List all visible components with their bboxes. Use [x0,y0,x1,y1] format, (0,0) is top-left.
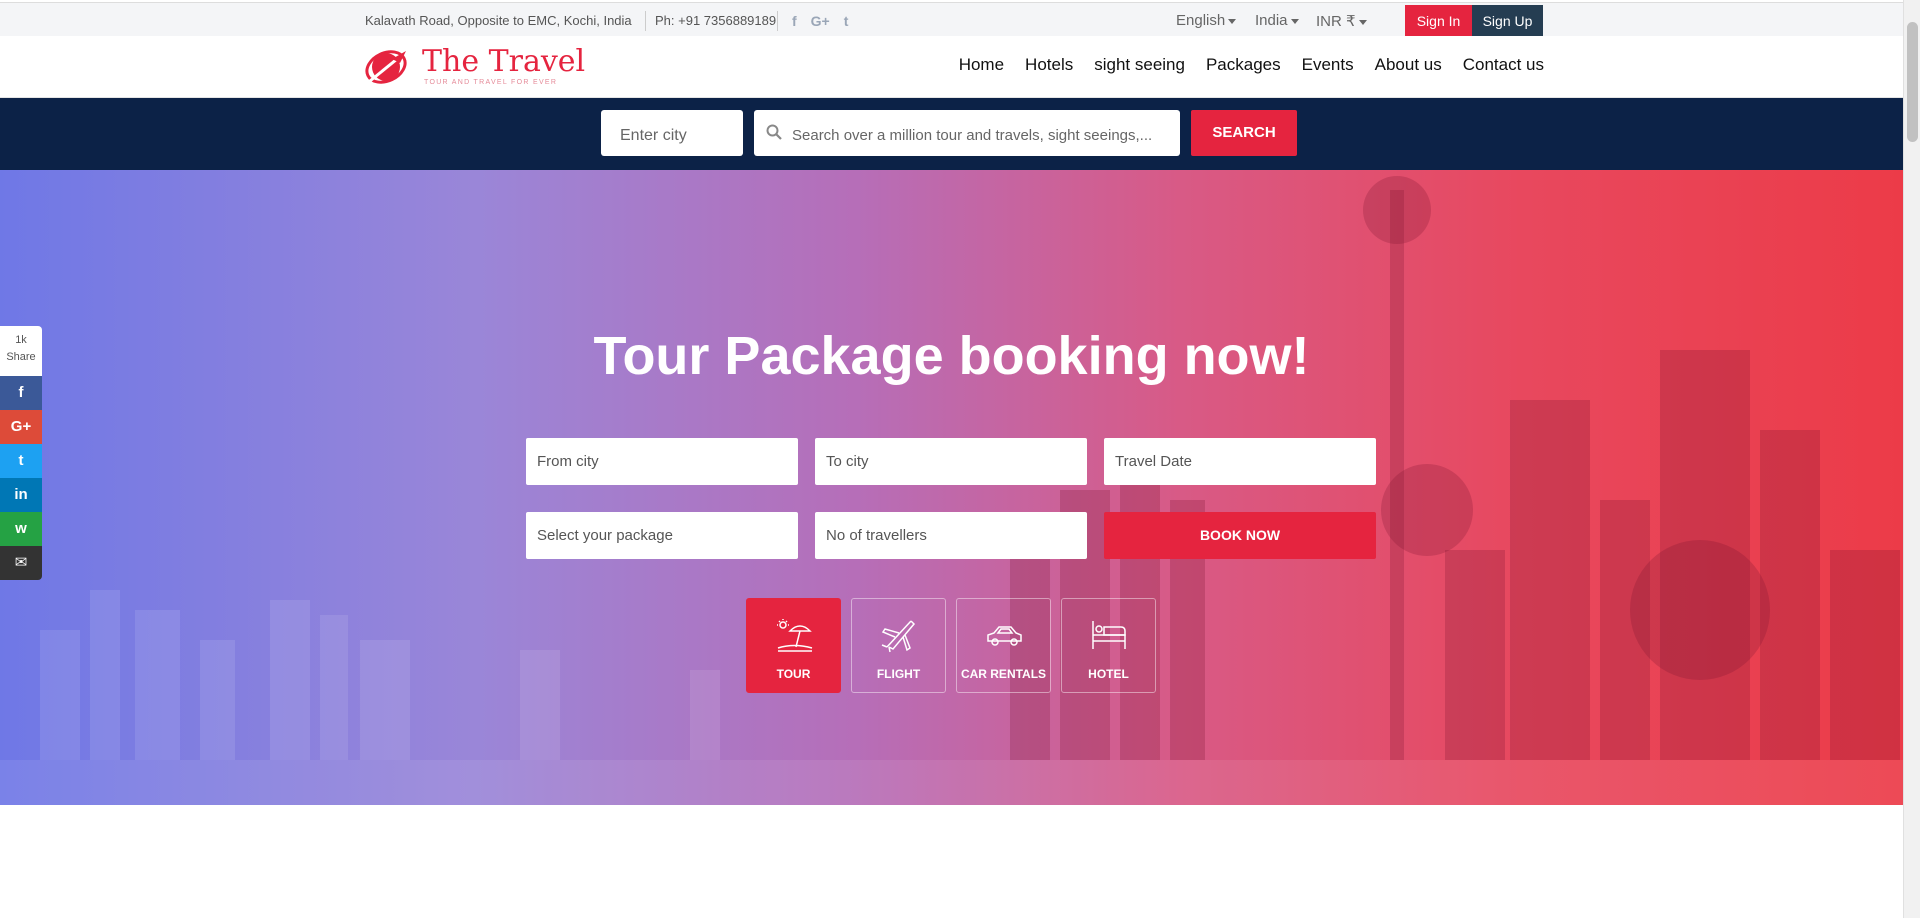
share-facebook-icon[interactable]: f [0,376,42,410]
logo-tagline: TOUR AND TRAVEL FOR EVER [424,79,558,86]
hero-title: Tour Package booking now! [593,326,1310,386]
search-icon [766,124,782,140]
share-rail: 1k Share f G+ t in w ✉ [0,326,42,580]
main-nav: Home Hotels sight seeing Packages Events… [959,55,1544,75]
language-dropdown[interactable]: English [1176,12,1237,29]
nav-contact-us[interactable]: Contact us [1463,55,1544,75]
package-select[interactable]: Select your package [526,512,798,559]
chevron-down-icon [1358,19,1367,25]
search-input[interactable]: Search over a million tour and travels, … [754,110,1180,156]
nav-packages[interactable]: Packages [1206,55,1281,75]
search-band: Enter city Search over a million tour an… [0,98,1903,170]
category-label: TOUR [776,667,811,681]
share-email-icon[interactable]: ✉ [0,546,42,580]
airplane-icon [881,620,916,653]
share-count: 1k [15,334,27,346]
search-button[interactable]: SEARCH [1191,110,1297,156]
from-city-input[interactable]: From city [526,438,798,485]
social-links: f G+ t [792,12,848,30]
book-now-button[interactable]: BOOK NOW [1104,512,1376,559]
logo-name: The Travel [422,44,586,79]
chevron-down-icon [1228,18,1237,24]
site-logo[interactable]: The Travel TOUR AND TRAVEL FOR EVER [362,45,585,89]
category-tour[interactable]: TOUR [746,598,841,693]
hero-section: Tour Package booking now! From city To c… [0,170,1903,805]
to-city-input[interactable]: To city [815,438,1087,485]
sign-in-button[interactable]: Sign In [1405,5,1472,37]
nav-events[interactable]: Events [1302,55,1354,75]
nav-sight-seeing[interactable]: sight seeing [1094,55,1185,75]
bed-icon [1092,621,1126,649]
share-whatsapp-icon[interactable]: w [0,512,42,546]
search-placeholder: Search over a million tour and travels, … [792,127,1153,144]
category-label: CAR RENTALS [960,667,1047,681]
city-input[interactable]: Enter city [601,110,743,156]
car-icon [987,626,1022,646]
category-car-rentals[interactable]: CAR RENTALS [956,598,1051,693]
facebook-icon[interactable]: f [792,12,797,30]
sign-up-button[interactable]: Sign Up [1472,5,1543,37]
category-label: HOTEL [1088,667,1129,681]
category-flight[interactable]: FLIGHT [851,598,946,693]
google-plus-icon[interactable]: G+ [811,12,830,30]
share-counter: 1k Share [0,326,42,376]
city-skyline-background [0,176,1903,805]
category-hotel[interactable]: HOTEL [1061,598,1156,693]
page-scrollbar[interactable] [1903,0,1920,918]
travel-date-input[interactable]: Travel Date [1104,438,1376,485]
currency-dropdown[interactable]: INR ₹ [1316,12,1367,30]
language-label: English [1176,12,1226,29]
share-twitter-icon[interactable]: t [0,444,42,478]
nav-about-us[interactable]: About us [1375,55,1442,75]
country-label: India [1255,12,1288,29]
twitter-icon[interactable]: t [844,12,849,30]
travellers-input[interactable]: No of travellers [815,512,1087,559]
country-dropdown[interactable]: India [1255,12,1299,29]
address-text: Kalavath Road, Opposite to EMC, Kochi, I… [365,13,632,28]
nav-hotels[interactable]: Hotels [1025,55,1073,75]
logo-planet-icon [365,50,407,84]
scrollbar-thumb[interactable] [1907,22,1918,142]
category-label: FLIGHT [876,667,921,681]
divider [645,11,646,31]
share-google-plus-icon[interactable]: G+ [0,410,42,444]
top-info-bar: Kalavath Road, Opposite to EMC, Kochi, I… [0,2,1903,37]
currency-label: INR ₹ [1316,13,1356,30]
share-label: Share [6,351,36,363]
divider [777,11,778,31]
beach-umbrella-icon [777,619,813,652]
nav-home[interactable]: Home [959,55,1004,75]
main-header: The Travel TOUR AND TRAVEL FOR EVER Home… [0,36,1903,98]
share-linkedin-icon[interactable]: in [0,478,42,512]
chevron-down-icon [1290,18,1299,24]
phone-text: Ph: +91 7356889189 [655,13,777,28]
page: Kalavath Road, Opposite to EMC, Kochi, I… [0,0,1903,918]
